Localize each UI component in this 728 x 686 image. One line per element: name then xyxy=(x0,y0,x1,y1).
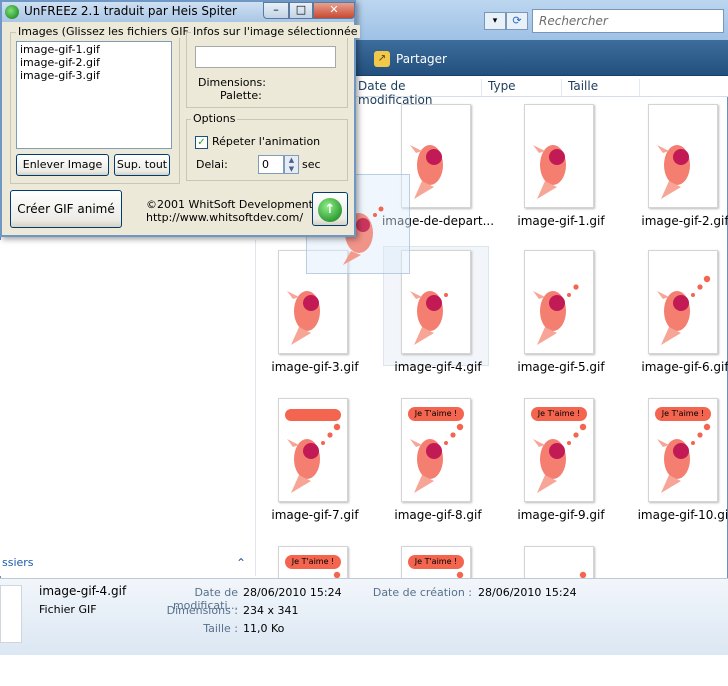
file-name[interactable]: image-gif-4.gif xyxy=(371,360,505,374)
delay-unit: sec xyxy=(302,158,321,171)
unfreez-window: UnFREEz 2.1 traduit par Heis Spiter – □ … xyxy=(0,0,360,237)
refresh-icon[interactable]: ⟳ xyxy=(506,12,528,30)
file-thumbnail[interactable] xyxy=(648,250,718,354)
info-group xyxy=(186,32,348,108)
speech-bubble-badge: Je T'aime ! xyxy=(285,555,341,569)
file-thumbnail[interactable] xyxy=(524,250,594,354)
file-name[interactable]: image-gif-7.gif xyxy=(248,508,382,522)
website-link[interactable]: http://www.whitsoftdev.com/ xyxy=(146,211,303,224)
details-filetype: Fichier GIF xyxy=(39,603,97,616)
close-button[interactable]: ✕ xyxy=(313,2,355,19)
speech-bubble-badge: Je T'aime ! xyxy=(408,407,464,421)
remove-image-button[interactable]: Enlever Image xyxy=(16,154,109,176)
folders-toggle[interactable]: ssiers xyxy=(0,556,256,574)
column-type-label: Type xyxy=(488,79,516,93)
file-tile[interactable]: image-gif-1.gif xyxy=(506,104,616,244)
app-icon xyxy=(5,5,19,19)
list-item[interactable]: image-gif-1.gif xyxy=(20,43,168,56)
details-size-value: 11,0 Ko xyxy=(243,622,285,635)
maximize-button[interactable]: □ xyxy=(289,2,313,19)
window-controls: – □ ✕ xyxy=(263,2,355,19)
options-group-label: Options xyxy=(191,112,238,125)
file-name[interactable]: image-gif-3.gif xyxy=(248,360,382,374)
delay-spinner[interactable]: ▲ ▼ xyxy=(284,155,299,174)
speech-bubble-icon xyxy=(285,409,341,421)
fish-icon xyxy=(533,145,566,199)
clear-all-button[interactable]: Sup. tout xyxy=(114,154,170,176)
navigation-pane xyxy=(0,240,256,576)
file-thumbnail[interactable] xyxy=(401,104,471,208)
file-name[interactable]: image-gif-10.gif xyxy=(618,508,728,522)
details-dimensions-value: 234 x 341 xyxy=(243,604,299,617)
palette-label: Palette: xyxy=(220,89,262,102)
dimensions-label: Dimensions: xyxy=(198,76,266,89)
details-filename: image-gif-4.gif xyxy=(39,584,127,598)
details-modified-value: 28/06/2010 15:24 xyxy=(243,586,342,599)
images-group-label: Images (Glissez les fichiers GIF ici) xyxy=(16,25,211,38)
file-name[interactable]: image-gif-2.gif xyxy=(618,214,728,228)
column-date[interactable]: Date de modification xyxy=(352,79,482,107)
file-tile[interactable]: Je T'aime ! image-gif-10.gif xyxy=(630,398,728,538)
speech-bubble-badge: Je T'aime ! xyxy=(408,555,464,569)
file-name[interactable]: image-gif-6.gif xyxy=(618,360,728,374)
fish-icon xyxy=(533,284,579,345)
delay-input[interactable]: 0 xyxy=(258,155,284,174)
delay-label: Delai: xyxy=(196,158,228,171)
create-gif-button[interactable]: Créer GIF animé xyxy=(10,190,122,228)
file-name[interactable]: image-gif-1.gif xyxy=(494,214,628,228)
repeat-checkbox[interactable]: ✓ xyxy=(195,136,208,149)
file-tile[interactable]: Je T'aime ! image-gif-8.gif xyxy=(383,398,493,538)
file-thumbnail[interactable] xyxy=(648,104,718,208)
spin-up-icon[interactable]: ▲ xyxy=(285,156,298,165)
file-tile[interactable]: image-gif-2.gif xyxy=(630,104,728,244)
file-thumbnail[interactable]: Je T'aime ! xyxy=(648,398,718,502)
images-listbox[interactable]: image-gif-1.gif image-gif-2.gif image-gi… xyxy=(16,41,172,149)
list-item[interactable]: image-gif-3.gif xyxy=(20,69,168,82)
file-thumbnail[interactable] xyxy=(278,398,348,502)
file-thumbnail[interactable] xyxy=(524,104,594,208)
copyright-text: ©2001 WhitSoft Development xyxy=(146,198,313,211)
share-icon: ↗ xyxy=(374,51,390,67)
file-thumbnail[interactable]: Je T'aime ! xyxy=(524,398,594,502)
speech-bubble-badge: Je T'aime ! xyxy=(655,407,711,421)
file-tile[interactable]: Je T'aime ! image-gif-9.gif xyxy=(506,398,616,538)
details-created-label: Date de création : xyxy=(372,586,472,599)
list-item[interactable]: image-gif-2.gif xyxy=(20,56,168,69)
column-size-label: Taille xyxy=(568,79,599,93)
minimize-button[interactable]: – xyxy=(263,2,289,19)
file-tile[interactable]: image-gif-6.gif xyxy=(630,250,728,390)
share-button[interactable]: ↗ Partager xyxy=(374,48,447,70)
search-input[interactable]: Rechercher xyxy=(532,9,724,33)
details-created-value: 28/06/2010 15:24 xyxy=(478,586,577,599)
file-thumbnail[interactable]: Je T'aime ! xyxy=(401,398,471,502)
fish-icon xyxy=(657,275,711,345)
file-name[interactable]: image-gif-8.gif xyxy=(371,508,505,522)
chevron-up-icon[interactable]: ⌃ xyxy=(236,556,246,570)
details-thumbnail xyxy=(0,585,22,643)
fish-icon xyxy=(410,291,448,345)
details-size-label: Taille : xyxy=(203,622,238,635)
fish-icon xyxy=(410,145,443,199)
info-preview-box xyxy=(195,46,336,68)
whitsoft-logo-icon: ↑ xyxy=(318,198,342,222)
share-label: Partager xyxy=(396,52,447,66)
file-name[interactable]: image-gif-5.gif xyxy=(494,360,628,374)
speech-bubble-badge: Je T'aime ! xyxy=(531,407,587,421)
column-type[interactable]: Type xyxy=(482,79,562,96)
file-name[interactable]: image-gif-9.gif xyxy=(494,508,628,522)
info-group-label: Infos sur l'image sélectionnée xyxy=(191,25,360,38)
spin-down-icon[interactable]: ▼ xyxy=(285,165,298,174)
file-tile[interactable]: image-gif-7.gif xyxy=(260,398,370,538)
fish-icon xyxy=(657,145,690,199)
column-date-label: Date de modification xyxy=(358,79,433,107)
column-size[interactable]: Taille xyxy=(562,79,640,96)
file-thumbnail[interactable] xyxy=(401,250,471,354)
dropdown-icon[interactable]: ▾ xyxy=(484,12,506,30)
file-tile[interactable]: image-gif-5.gif xyxy=(506,250,616,390)
details-dimensions-label: Dimensions : xyxy=(166,604,238,617)
repeat-label: Répeter l'animation xyxy=(212,135,321,148)
